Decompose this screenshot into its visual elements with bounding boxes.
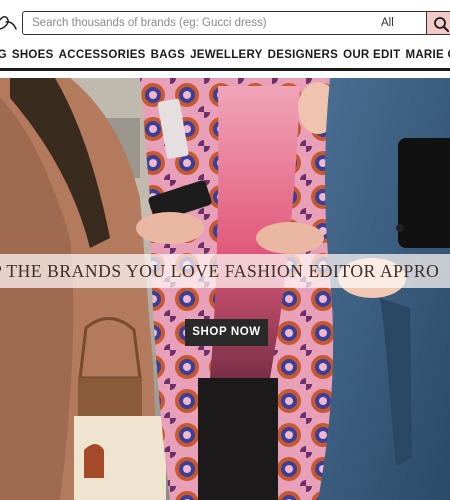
search-input[interactable]	[23, 12, 343, 34]
nav-item-bags[interactable]: BAGS	[151, 49, 185, 61]
brand-logo[interactable]	[0, 12, 18, 34]
nav-item-accessories[interactable]: ACCESSORIES	[59, 49, 146, 61]
hero-banner[interactable]: P THE BRANDS YOU LOVE FASHION EDITOR APP…	[0, 78, 450, 500]
category-nav: NG SHOES ACCESSORIES BAGS JEWELLERY DESI…	[0, 43, 450, 71]
nav-item-marie-claire[interactable]: MARIE CLA	[405, 49, 450, 61]
nav-item-shoes[interactable]: SHOES	[12, 49, 54, 61]
search-icon	[434, 17, 449, 32]
nav-item-clothing[interactable]: NG	[0, 49, 7, 61]
hero-tagline: P THE BRANDS YOU LOVE FASHION EDITOR APP…	[0, 261, 440, 281]
nav-item-jewellery[interactable]: JEWELLERY	[190, 49, 263, 61]
tagline-band: P THE BRANDS YOU LOVE FASHION EDITOR APP…	[0, 254, 450, 288]
hero-photo	[0, 78, 450, 500]
nav-item-our-edit[interactable]: OUR EDIT	[343, 49, 400, 61]
shop-now-button[interactable]: SHOP NOW	[185, 319, 268, 346]
search-category-select[interactable]: All	[349, 12, 424, 34]
nav-item-designers[interactable]: DESIGNERS	[268, 49, 338, 61]
search-bar: All	[22, 11, 450, 35]
search-button[interactable]	[426, 11, 450, 35]
